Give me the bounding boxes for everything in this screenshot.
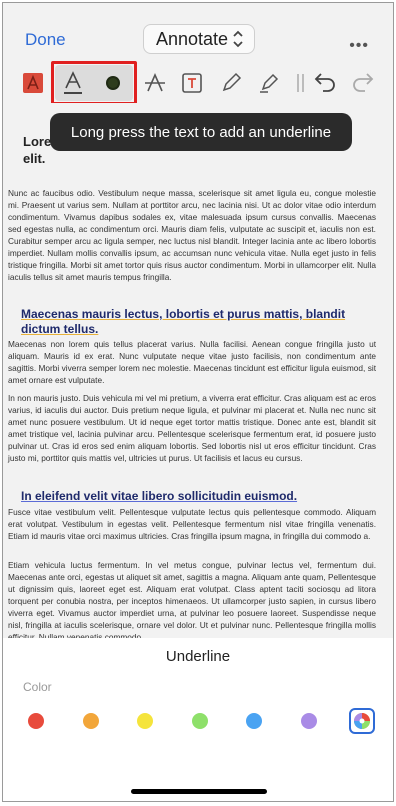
redo-button[interactable] xyxy=(347,65,379,97)
done-button[interactable]: Done xyxy=(25,30,66,50)
document-view[interactable]: Lorem ipsum dolor sit amet, consectetur … xyxy=(3,103,393,638)
highlighter-icon xyxy=(260,73,279,93)
underline-hint-tooltip: Long press the text to add an underline xyxy=(50,113,352,151)
paragraph-4: Fusce vitae vestibulum velit. Pellentesq… xyxy=(8,507,376,541)
strikethrough-tool[interactable] xyxy=(139,67,171,99)
home-indicator xyxy=(131,789,267,794)
paragraph-3: In non mauris justo. Duis vehicula mi ve… xyxy=(8,393,376,463)
paragraph-5: Etiam vehicula luctus fermentum. In vel … xyxy=(8,560,376,638)
annotate-mode-selector[interactable]: Annotate xyxy=(143,24,255,54)
color-swatch-green[interactable] xyxy=(192,713,208,729)
color-swatch-red[interactable] xyxy=(28,713,44,729)
sheet-title: Underline xyxy=(165,648,231,665)
paragraph-1: Nunc ac faucibus odio. Vestibulum neque … xyxy=(8,188,376,282)
underline-options-sheet: Underline Color xyxy=(3,638,393,801)
app-screen: Done Annotate ••• Lorem elit. Nunc ac fa… xyxy=(2,2,394,802)
text-box-tool[interactable] xyxy=(176,67,208,99)
paragraph-2: Maecenas non lorem quis tellus placerat … xyxy=(8,339,376,385)
undo-icon xyxy=(314,73,335,92)
color-swatch-yellow[interactable] xyxy=(137,713,153,729)
text-box-icon xyxy=(182,73,202,93)
color-swatch-orange[interactable] xyxy=(83,713,99,729)
mode-label: Annotate xyxy=(156,29,229,49)
top-bar: Done Annotate ••• xyxy=(3,3,393,63)
toolbar-divider xyxy=(297,74,305,92)
section-heading-2: In eleifend velit vitae libero sollicitu… xyxy=(21,489,298,503)
color-wheel-icon xyxy=(354,713,370,729)
highlighter-tool[interactable] xyxy=(253,67,285,99)
pencil-icon xyxy=(222,72,242,92)
color-label: Color xyxy=(23,680,52,694)
custom-color-button[interactable] xyxy=(349,708,375,734)
pen-tool[interactable] xyxy=(215,67,247,99)
text-color-icon xyxy=(23,73,43,93)
color-swatch-purple[interactable] xyxy=(301,713,317,729)
more-options-button[interactable]: ••• xyxy=(349,37,369,55)
text-color-tool[interactable] xyxy=(17,67,49,99)
section-heading-1: Maecenas mauris lectus, lobortis et puru… xyxy=(21,307,346,336)
chevron-updown-icon xyxy=(233,30,243,48)
redo-icon xyxy=(353,73,374,92)
strikethrough-icon xyxy=(145,73,165,92)
color-swatch-blue[interactable] xyxy=(246,713,262,729)
selected-tools-highlight xyxy=(51,61,137,105)
undo-button[interactable] xyxy=(309,65,341,97)
